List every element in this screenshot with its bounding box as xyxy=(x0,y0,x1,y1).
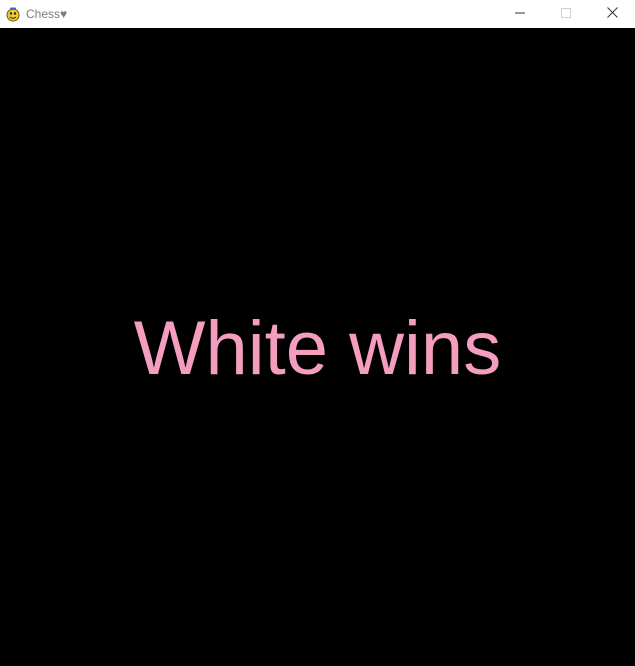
app-window: Chess♥ White wins xyxy=(0,0,635,666)
close-icon xyxy=(606,5,618,23)
game-canvas[interactable]: White wins xyxy=(0,28,635,666)
maximize-icon xyxy=(561,5,571,23)
window-controls xyxy=(497,0,635,28)
maximize-button[interactable] xyxy=(543,0,589,28)
pygame-snake-icon xyxy=(5,6,21,22)
close-button[interactable] xyxy=(589,0,635,28)
window-title: Chess♥ xyxy=(26,7,68,21)
game-result-text: White wins xyxy=(133,306,502,391)
title-bar[interactable]: Chess♥ xyxy=(0,0,635,28)
minimize-icon xyxy=(515,5,525,23)
minimize-button[interactable] xyxy=(497,0,543,28)
